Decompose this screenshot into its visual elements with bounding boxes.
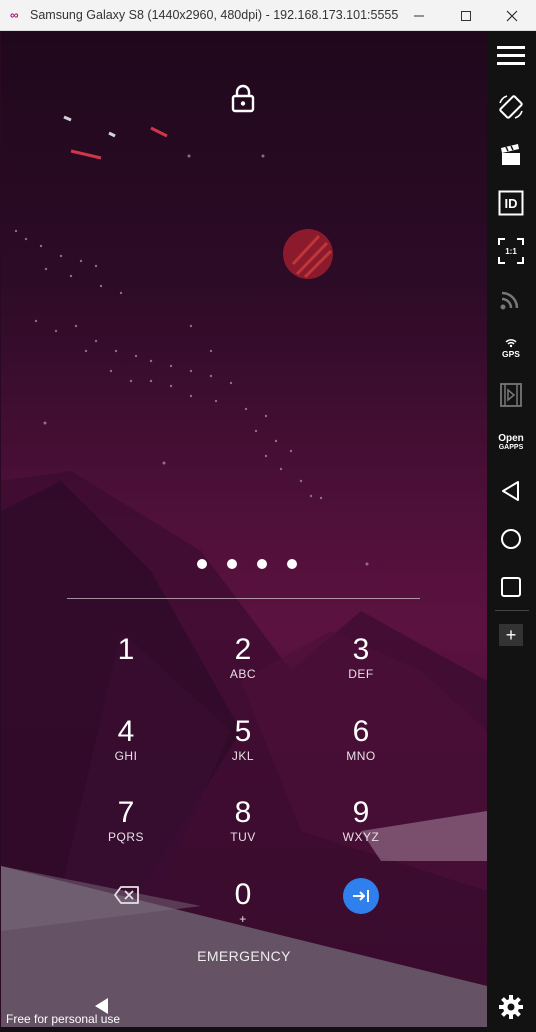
lock-icon bbox=[231, 84, 255, 113]
key-5[interactable]: 5 JKL bbox=[203, 715, 283, 781]
enter-arrow-icon bbox=[353, 890, 369, 902]
pin-dot bbox=[197, 559, 207, 569]
key-letters: WXYZ bbox=[342, 830, 380, 844]
triangle-back-icon bbox=[502, 481, 519, 501]
key-digit: 2 bbox=[234, 633, 252, 666]
media-button[interactable] bbox=[495, 379, 527, 411]
gear-icon bbox=[499, 995, 523, 1019]
open-gapps-label-1: Open bbox=[498, 433, 524, 444]
pin-underline bbox=[67, 598, 420, 599]
clapperboard-icon bbox=[501, 144, 520, 165]
backspace-icon bbox=[114, 886, 139, 904]
capture-button[interactable] bbox=[495, 139, 527, 171]
emulator-toolbar: ID 1:1 GPS Open GAPPS + bbox=[487, 31, 536, 1032]
pin-dot bbox=[257, 559, 267, 569]
pin-dot bbox=[287, 559, 297, 569]
emergency-call-button[interactable]: EMERGENCY bbox=[171, 948, 317, 964]
key-digit: 5 bbox=[234, 715, 252, 748]
open-gapps-label-2: GAPPS bbox=[498, 444, 524, 451]
settings-button[interactable] bbox=[495, 991, 527, 1023]
key-digit: 1 bbox=[117, 633, 135, 666]
key-letters: + bbox=[239, 912, 247, 926]
android-recents-button[interactable] bbox=[495, 571, 527, 603]
android-back-button[interactable] bbox=[495, 475, 527, 507]
gps-label: GPS bbox=[502, 349, 520, 359]
open-gapps-button[interactable]: Open GAPPS bbox=[495, 427, 527, 459]
window-title: Samsung Galaxy S8 (1440x2960, 480dpi) - … bbox=[30, 8, 400, 22]
device-id-icon: ID bbox=[498, 190, 524, 216]
key-letters: JKL bbox=[231, 749, 255, 763]
menu-button[interactable] bbox=[495, 39, 527, 71]
wifi-button[interactable] bbox=[495, 283, 527, 315]
device-id-label: ID bbox=[505, 196, 518, 211]
pixel-perfect-icon: 1:1 bbox=[498, 238, 524, 264]
device-id-button[interactable]: ID bbox=[495, 187, 527, 219]
key-4[interactable]: 4 GHI bbox=[86, 715, 166, 781]
key-digit: 3 bbox=[352, 633, 370, 666]
open-gapps-icon: Open GAPPS bbox=[498, 434, 524, 452]
key-digit: 0 bbox=[234, 878, 252, 911]
key-3[interactable]: 3 DEF bbox=[321, 633, 401, 699]
key-letters: TUV bbox=[230, 830, 256, 844]
add-widget-button[interactable]: + bbox=[499, 624, 523, 646]
maximize-button[interactable] bbox=[443, 0, 489, 31]
circle-home-icon bbox=[501, 529, 521, 549]
android-home-button[interactable] bbox=[495, 523, 527, 555]
rotate-icon bbox=[499, 95, 523, 119]
key-letters: GHI bbox=[114, 749, 138, 763]
gps-icon: GPS bbox=[502, 339, 520, 359]
key-6[interactable]: 6 MNO bbox=[321, 715, 401, 781]
square-recents-icon bbox=[501, 577, 521, 597]
key-letters: DEF bbox=[348, 667, 374, 681]
key-letters: ABC bbox=[229, 667, 257, 681]
key-7[interactable]: 7 PQRS bbox=[86, 796, 166, 862]
close-button[interactable] bbox=[489, 0, 535, 31]
rotate-button[interactable] bbox=[495, 91, 527, 123]
key-digit: 8 bbox=[234, 796, 252, 829]
toolbar-separator bbox=[495, 610, 529, 611]
window-bottom-edge bbox=[0, 1027, 487, 1032]
key-letters: MNO bbox=[346, 749, 376, 763]
pixel-perfect-label: 1:1 bbox=[505, 247, 517, 256]
pixel-perfect-button[interactable]: 1:1 bbox=[495, 235, 527, 267]
watermark-text: Free for personal use bbox=[6, 1012, 121, 1026]
pin-dot bbox=[227, 559, 237, 569]
key-9[interactable]: 9 WXYZ bbox=[321, 796, 401, 862]
key-digit: 6 bbox=[352, 715, 370, 748]
pin-entry-dots bbox=[197, 559, 297, 573]
close-icon bbox=[506, 10, 518, 21]
key-digit: 4 bbox=[117, 715, 135, 748]
key-0[interactable]: 0 + bbox=[203, 878, 283, 944]
gps-button[interactable]: GPS bbox=[495, 331, 527, 363]
window-titlebar[interactable]: ∞ Samsung Galaxy S8 (1440x2960, 480dpi) … bbox=[0, 0, 536, 31]
key-letters: PQRS bbox=[107, 830, 144, 844]
menu-icon bbox=[497, 46, 525, 65]
enter-button[interactable] bbox=[343, 878, 379, 914]
backspace-button[interactable] bbox=[113, 884, 141, 906]
key-1[interactable]: 1 bbox=[86, 633, 166, 699]
key-2[interactable]: 2 ABC bbox=[203, 633, 283, 699]
key-8[interactable]: 8 TUV bbox=[203, 796, 283, 862]
key-digit: 9 bbox=[352, 796, 370, 829]
minimize-icon bbox=[414, 15, 424, 16]
key-digit: 7 bbox=[117, 796, 135, 829]
minimize-button[interactable] bbox=[396, 0, 442, 31]
app-logo-icon: ∞ bbox=[10, 8, 19, 22]
maximize-icon bbox=[461, 10, 471, 21]
device-screen[interactable]: 1 2 ABC 3 DEF 4 GHI 5 JKL 6 MNO 7 PQRS 8… bbox=[1, 31, 487, 1027]
film-icon bbox=[500, 383, 522, 407]
wifi-icon bbox=[500, 291, 519, 310]
